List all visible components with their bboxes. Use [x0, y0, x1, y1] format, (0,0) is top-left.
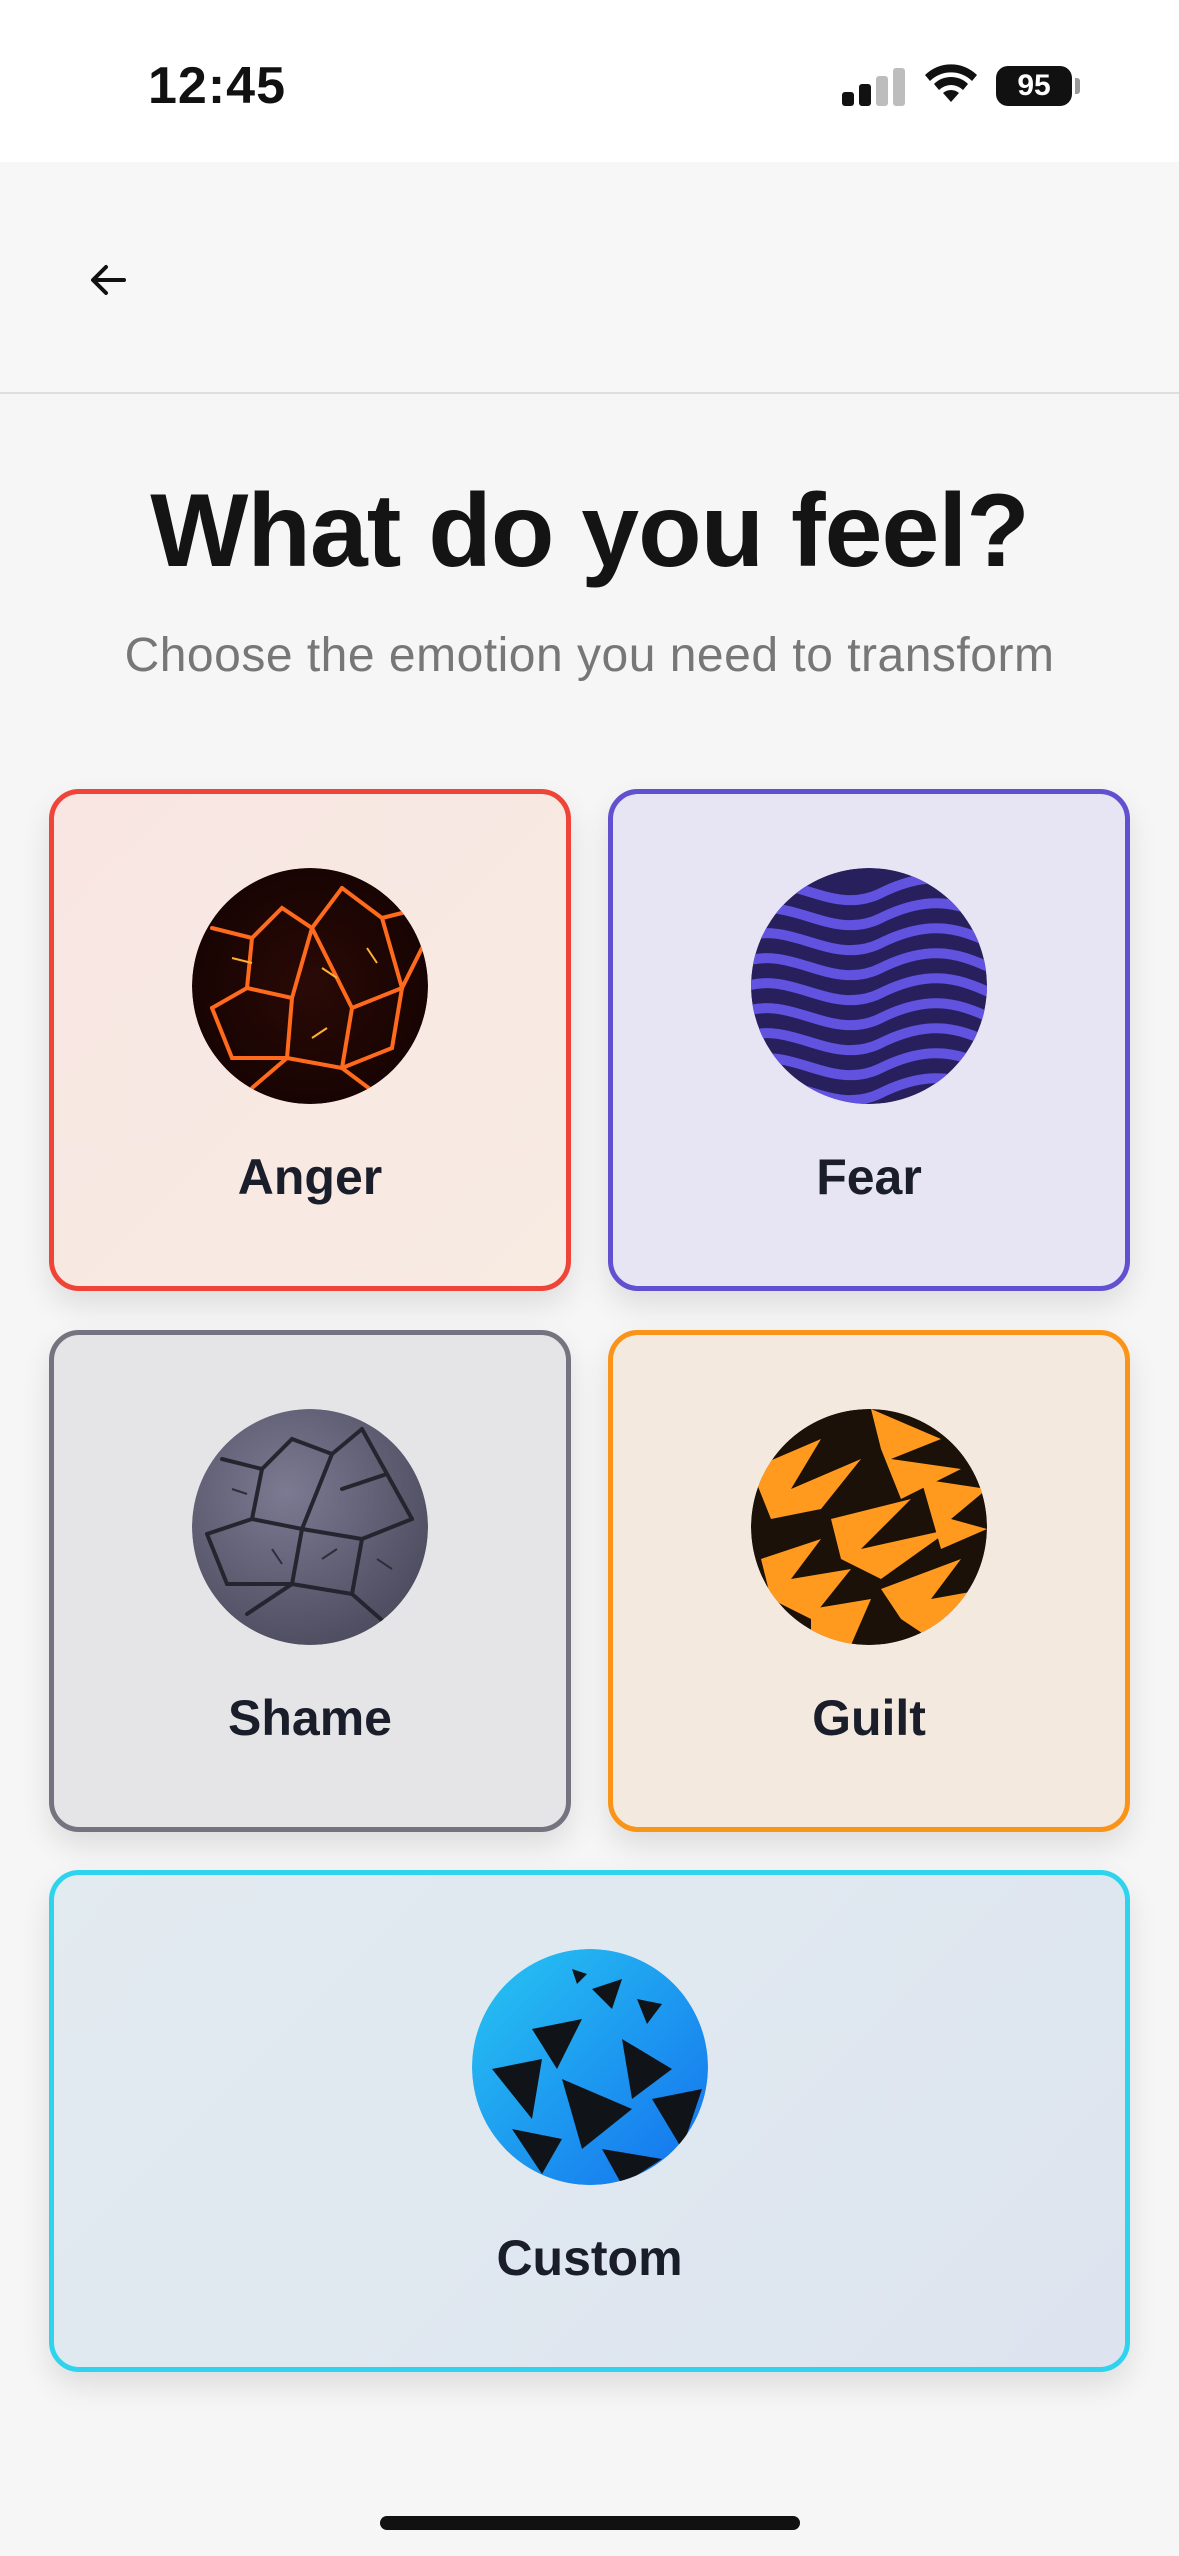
wifi-icon	[925, 64, 977, 102]
emotion-label-shame: Shame	[228, 1690, 392, 1746]
zigzag-shards-orb-icon	[751, 1409, 987, 1645]
arrow-left-icon	[91, 265, 126, 295]
battery-cap	[1075, 78, 1080, 94]
blue-shards-orb-icon	[471, 1949, 708, 2185]
emotion-card-anger[interactable]: Anger	[49, 789, 571, 1291]
emotion-card-shame[interactable]: Shame	[49, 1330, 571, 1832]
battery-level: 95	[996, 66, 1072, 106]
back-button[interactable]	[70, 248, 146, 312]
emotion-card-custom[interactable]: Custom	[49, 1870, 1130, 2372]
status-bar: 12:45 95	[0, 0, 1179, 162]
emotion-label-guilt: Guilt	[812, 1690, 926, 1746]
cracked-lava-orb-icon	[192, 868, 428, 1104]
wavy-stripes-orb-icon	[751, 868, 987, 1104]
home-indicator[interactable]	[380, 2516, 800, 2530]
emotion-card-guilt[interactable]: Guilt	[608, 1330, 1130, 1832]
emotion-card-fear[interactable]: Fear	[608, 789, 1130, 1291]
cellular-signal-icon	[842, 68, 905, 106]
emotion-label-custom: Custom	[496, 2230, 683, 2286]
status-time: 12:45	[148, 57, 286, 115]
emotion-label-fear: Fear	[816, 1149, 922, 1205]
emotion-label-anger: Anger	[237, 1149, 383, 1205]
page-title: What do you feel?	[150, 473, 1030, 589]
nav-header	[0, 162, 1179, 394]
cracked-stone-orb-icon	[192, 1409, 428, 1645]
page-subtitle: Choose the emotion you need to transform	[124, 629, 1055, 682]
